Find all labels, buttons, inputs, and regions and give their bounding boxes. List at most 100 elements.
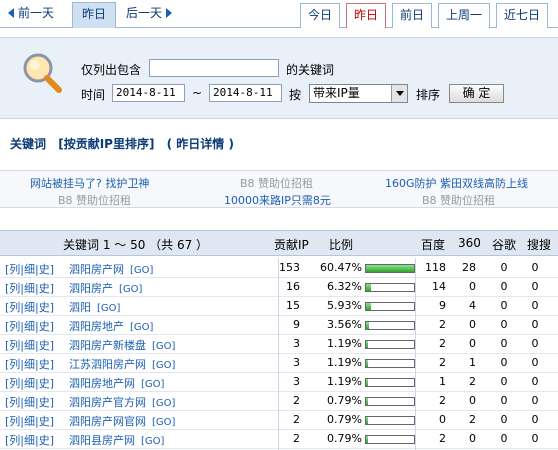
keyword-text[interactable]: 泗阳房产新楼盘: [69, 339, 146, 352]
ad-link[interactable]: 160G防护 紫田双线高防上线: [385, 175, 528, 191]
ad-link[interactable]: B8 赞助位招租: [58, 192, 131, 208]
col-google[interactable]: 谷歌: [492, 236, 516, 253]
table-row: [列|细|史] 泗阳房产官方网 [GO] 2 0.79% 2 0 0 0: [0, 392, 558, 411]
col-360[interactable]: 360: [458, 236, 481, 250]
row-action-links[interactable]: [列|细|史]: [5, 337, 54, 353]
baidu-cell: 2: [439, 394, 446, 407]
col-sogou[interactable]: 搜搜: [527, 236, 551, 253]
yesterday-detail-link[interactable]: ( 昨日详情 ): [167, 137, 234, 151]
row-action-links[interactable]: [列|细|史]: [5, 318, 54, 334]
keyword-cell[interactable]: 泗阳 [GO]: [69, 299, 120, 315]
ratio-bar: [365, 302, 415, 311]
tab-today[interactable]: 今日: [300, 3, 340, 28]
table-row: [列|细|史] 泗阳房产 [GO] 16 6.32% 14 0 0 0: [0, 278, 558, 297]
ad-link[interactable]: 10000来路IP只需8元: [224, 192, 331, 208]
sort-by-label: 按: [289, 88, 302, 102]
prev-day-button[interactable]: 前一天: [8, 2, 54, 25]
go-link[interactable]: [GO]: [152, 360, 175, 371]
ad-link[interactable]: 网站被挂马了? 找护卫神: [30, 175, 149, 191]
keyword-cell[interactable]: 泗阳房产官方网 [GO]: [69, 394, 175, 410]
google-cell: 0: [500, 337, 508, 350]
ratio-cell: 1.19%: [327, 337, 362, 350]
arrow-left-icon: [8, 8, 14, 18]
next-day-button[interactable]: 后一天: [126, 2, 173, 25]
row-action-links[interactable]: [列|细|史]: [5, 394, 54, 410]
keyword-cell[interactable]: 江苏泗阳房产网 [GO]: [69, 356, 175, 372]
ratio-bar: [365, 416, 415, 425]
keyword-cell[interactable]: 泗阳房产新楼盘 [GO]: [69, 337, 175, 353]
keyword-text[interactable]: 泗阳: [69, 301, 91, 314]
ratio-bar: [365, 321, 415, 330]
ratio-bar-fill: [366, 360, 368, 367]
contrib-ip-cell: 2: [293, 394, 300, 407]
keyword-cell[interactable]: 泗阳房地产 [GO]: [69, 318, 153, 334]
go-link[interactable]: [GO]: [141, 379, 164, 390]
tab-last-monday[interactable]: 上周一: [438, 3, 490, 28]
col-baidu[interactable]: 百度: [421, 236, 445, 253]
google-cell: 0: [500, 280, 508, 293]
keyword-text[interactable]: 泗阳房产官方网: [69, 396, 146, 409]
s360-cell: 1: [469, 356, 476, 369]
tab-yesterday[interactable]: 昨日: [346, 3, 386, 28]
contrib-ip-cell: 3: [293, 356, 300, 369]
sogou-cell: 0: [531, 375, 539, 388]
go-link[interactable]: [GO]: [97, 303, 120, 314]
baidu-cell: 2: [439, 337, 446, 350]
row-action-links[interactable]: [列|细|史]: [5, 375, 54, 391]
tab-day-before[interactable]: 前日: [392, 3, 432, 28]
ad-link[interactable]: B8 赞助位招租: [240, 175, 313, 191]
go-link[interactable]: [GO]: [152, 417, 175, 428]
row-action-links[interactable]: [列|细|史]: [5, 413, 54, 429]
ratio-bar: [365, 283, 415, 292]
date-from-input[interactable]: 2014-8-11: [112, 84, 185, 102]
ratio-bar: [365, 435, 415, 444]
keyword-text[interactable]: 泗阳房产网官网: [69, 415, 146, 428]
ad-box: 网站被挂马了? 找护卫神 B8 赞助位招租 160G防护 紫田双线高防上线 B8…: [0, 170, 558, 208]
keyword-cell[interactable]: 泗阳房产 [GO]: [69, 280, 142, 296]
ratio-bar-fill: [366, 341, 368, 348]
sort-select[interactable]: 带来IP量: [309, 84, 408, 103]
keyword-text[interactable]: 泗阳房地产: [69, 320, 124, 333]
confirm-button[interactable]: 确 定: [449, 84, 504, 103]
ratio-bar-fill: [366, 303, 371, 310]
go-link[interactable]: [GO]: [141, 436, 164, 447]
contrib-ip-cell: 3: [293, 375, 300, 388]
row-action-links[interactable]: [列|细|史]: [5, 261, 54, 277]
row-action-links[interactable]: [列|细|史]: [5, 356, 54, 372]
go-link[interactable]: [GO]: [130, 265, 153, 276]
s360-cell: 4: [469, 299, 476, 312]
table-row: [列|细|史] 泗阳房地产 [GO] 9 3.56% 2 0 0 0: [0, 316, 558, 335]
tab-last-seven-days[interactable]: 近七日: [496, 3, 548, 28]
go-link[interactable]: [GO]: [130, 322, 153, 333]
ratio-cell: 6.32%: [327, 280, 362, 293]
ad-link[interactable]: B8 赞助位招租: [422, 192, 495, 208]
go-link[interactable]: [GO]: [119, 284, 142, 295]
go-link[interactable]: [GO]: [152, 341, 175, 352]
keyword-text[interactable]: 泗阳房产网: [69, 263, 124, 276]
magnifier-icon: [23, 53, 62, 93]
keyword-text[interactable]: 泗阳县房产网: [69, 434, 135, 447]
keyword-input[interactable]: [149, 59, 279, 77]
keyword-text[interactable]: 泗阳房产: [69, 282, 113, 295]
keyword-cell[interactable]: 泗阳房产网 [GO]: [69, 261, 153, 277]
go-link[interactable]: [GO]: [152, 398, 175, 409]
keyword-cell[interactable]: 泗阳房地产网 [GO]: [69, 375, 164, 391]
keyword-link[interactable]: 关键词: [10, 137, 46, 151]
keyword-cell[interactable]: 泗阳房产网官网 [GO]: [69, 413, 175, 429]
row-action-links[interactable]: [列|细|史]: [5, 299, 54, 315]
col-contrib-ip[interactable]: 贡献IP: [274, 236, 309, 253]
sogou-cell: 0: [531, 299, 539, 312]
date-to-input[interactable]: 2014-8-11: [209, 84, 282, 102]
contrib-ip-cell: 2: [293, 432, 300, 445]
sort-by-ip-link[interactable]: [按贡献IP里排序]: [58, 137, 154, 151]
google-cell: 0: [500, 318, 508, 331]
column-divider: [415, 258, 416, 450]
google-cell: 0: [500, 432, 508, 445]
ratio-bar: [365, 264, 415, 273]
keyword-cell[interactable]: 泗阳县房产网 [GO]: [69, 432, 164, 448]
row-action-links[interactable]: [列|细|史]: [5, 432, 54, 448]
keyword-text[interactable]: 江苏泗阳房产网: [69, 358, 146, 371]
keyword-text[interactable]: 泗阳房地产网: [69, 377, 135, 390]
row-action-links[interactable]: [列|细|史]: [5, 280, 54, 296]
baidu-cell: 0: [439, 413, 446, 426]
